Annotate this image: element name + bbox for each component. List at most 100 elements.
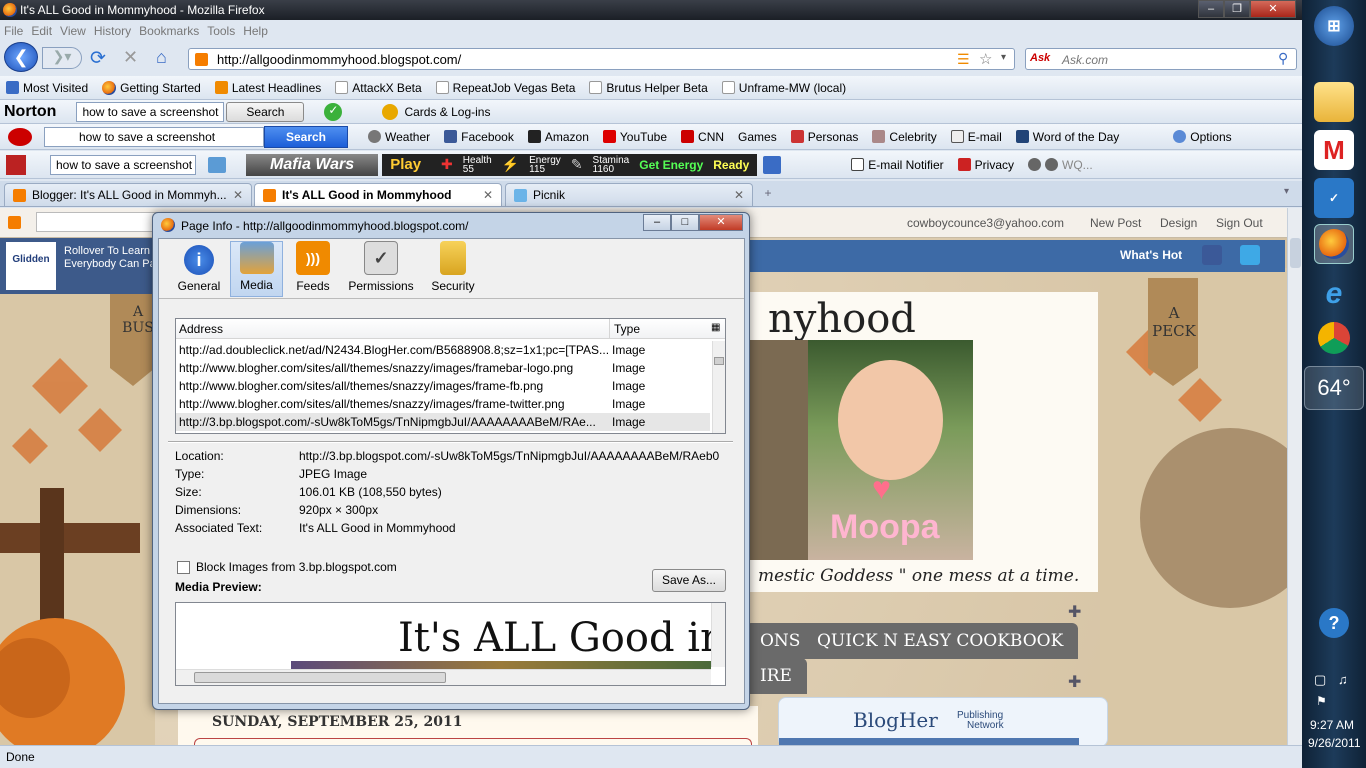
dialog-tab-permissions[interactable]: ✓ Permissions	[345, 241, 417, 297]
menu-view[interactable]: View	[60, 24, 86, 38]
menu-bookmarks[interactable]: Bookmarks	[139, 24, 199, 38]
menu-file[interactable]: File	[4, 24, 23, 38]
wrench-icon[interactable]: ✚	[1068, 602, 1081, 622]
toolbar-weather[interactable]: Weather	[368, 130, 430, 144]
maximize-button[interactable]: ❐	[1224, 0, 1250, 18]
mcafee-icon[interactable]: M	[1314, 130, 1354, 170]
bookmark-attackx[interactable]: AttackX Beta	[335, 81, 422, 95]
dialog-close-button[interactable]: ✕	[699, 214, 743, 231]
speaker-icon[interactable]: ♫	[1338, 672, 1348, 687]
toolbar-word-of-day[interactable]: Word of the Day	[1015, 130, 1119, 144]
sign-out-link[interactable]: Sign Out	[1216, 216, 1263, 230]
star-icon[interactable]: ☆	[979, 50, 992, 68]
blog-tab-ire[interactable]: IRE	[745, 658, 807, 694]
checkmark-app-icon[interactable]: ✓	[1314, 178, 1354, 218]
ask-search-input[interactable]: how to save a screenshot	[44, 126, 264, 147]
chevron-down-icon[interactable]: ▾	[1001, 52, 1006, 63]
weather-gadget[interactable]: 64°	[1304, 366, 1364, 410]
blog-tab-cookbook[interactable]: QUICK N EASY COOKBOOK	[802, 623, 1079, 659]
block-images-option[interactable]: Block Images from 3.bp.blogspot.com	[177, 560, 397, 574]
rss-icon[interactable]: ☰	[957, 51, 970, 68]
blog-search-input[interactable]	[36, 212, 166, 232]
back-button[interactable]: ❮	[4, 42, 38, 72]
twitter-icon[interactable]	[1240, 245, 1260, 265]
glidden-ad[interactable]: Glidden Rollover To Learn Everybody Can …	[0, 238, 160, 294]
close-button[interactable]: ✕	[1250, 0, 1296, 18]
page-scrollbar[interactable]	[1287, 208, 1302, 745]
bookmark-repeatjob[interactable]: RepeatJob Vegas Beta	[435, 81, 575, 95]
table-row[interactable]: http://www.blogher.com/sites/all/themes/…	[176, 377, 710, 395]
search-input[interactable]: Ask Ask.com ⚲	[1025, 48, 1297, 70]
toolbar-amazon[interactable]: Amazon	[527, 130, 589, 144]
table-row-selected[interactable]: http://3.bp.blogspot.com/-sUw8kToM5gs/Tn…	[176, 413, 710, 431]
table-row[interactable]: http://www.blogher.com/sites/all/themes/…	[176, 359, 710, 377]
home-icon[interactable]: ⌂	[156, 47, 167, 68]
new-post-link[interactable]: New Post	[1090, 216, 1141, 230]
toolbar-options[interactable]: Options	[1173, 130, 1232, 144]
tab-list-icon[interactable]: ▾	[1284, 186, 1289, 197]
bookmark-latest-headlines[interactable]: Latest Headlines	[214, 81, 321, 95]
minimize-button[interactable]: –	[1198, 0, 1224, 18]
table-scrollbar[interactable]	[712, 341, 725, 433]
bookmark-getting-started[interactable]: Getting Started	[102, 80, 201, 95]
cards-logins[interactable]: Cards & Log-ins	[404, 105, 490, 119]
address-bar[interactable]: http://allgoodinmommyhood.blogspot.com/ …	[188, 48, 1015, 70]
explorer-icon[interactable]	[1314, 82, 1354, 122]
design-link[interactable]: Design	[1160, 216, 1197, 230]
new-tab-button[interactable]: +	[756, 186, 780, 202]
facebook-icon[interactable]	[1202, 245, 1222, 265]
dialog-minimize-button[interactable]: –	[643, 214, 671, 231]
firefox-taskbar-icon[interactable]	[1314, 224, 1354, 264]
save-as-button[interactable]: Save As...	[652, 569, 726, 592]
blogher-logo[interactable]: BlogHer	[853, 708, 938, 732]
tab-mommyhood[interactable]: It's ALL Good in Mommyhood ✕	[254, 183, 502, 206]
mafia-wars-logo[interactable]: Mafia Wars	[246, 153, 379, 176]
column-type[interactable]: Type	[614, 322, 640, 336]
table-row[interactable]: http://www.blogher.com/sites/all/themes/…	[176, 395, 710, 413]
magnifier-icon[interactable]: ⚲	[1278, 50, 1288, 67]
network-icon[interactable]: ▢	[1314, 672, 1326, 688]
toolbar-personas[interactable]: Personas	[790, 130, 858, 144]
bookmark-brutus[interactable]: Brutus Helper Beta	[589, 81, 708, 95]
table-scroll-thumb[interactable]	[714, 357, 724, 365]
column-address[interactable]: Address	[179, 322, 223, 336]
media-player[interactable]: WQ...	[1028, 158, 1093, 172]
menu-help[interactable]: Help	[243, 24, 268, 38]
privacy-menu[interactable]: Privacy	[957, 158, 1014, 172]
norton-search-button[interactable]: Search	[226, 101, 305, 122]
menu-edit[interactable]: Edit	[31, 24, 52, 38]
splitter[interactable]	[168, 441, 733, 443]
tab-picnik[interactable]: Picnik ✕	[505, 183, 753, 206]
dialog-tab-security[interactable]: Security	[427, 241, 479, 297]
dialog-tab-media[interactable]: Media	[230, 241, 283, 297]
dialog-tab-general[interactable]: i General	[173, 241, 225, 297]
preview-vscroll[interactable]	[711, 603, 725, 667]
bookmark-most-visited[interactable]: Most Visited	[6, 81, 88, 95]
reload-icon[interactable]: ⟳	[90, 47, 106, 70]
wrench-icon[interactable]: ✚	[1068, 672, 1081, 692]
bookmark-unframe[interactable]: Unframe-MW (local)	[721, 81, 846, 95]
dialog-tab-feeds[interactable]: ))) Feeds	[290, 241, 336, 297]
norton-search-input[interactable]: how to save a screenshot	[76, 101, 225, 122]
column-picker-icon[interactable]: ▦	[711, 322, 720, 333]
toolbar-celebrity[interactable]: Celebrity	[872, 130, 937, 144]
toolbar-email[interactable]: E-mail	[950, 130, 1002, 144]
ie-icon[interactable]: e	[1314, 274, 1354, 314]
flag-icon[interactable]: ⚑	[1316, 694, 1327, 708]
stop-icon[interactable]: ✕	[123, 47, 138, 68]
preview-hscroll[interactable]	[176, 669, 711, 685]
norton-logo[interactable]: Norton	[4, 103, 56, 121]
tab-blogger[interactable]: Blogger: It's ALL Good in Mommyh... ✕	[4, 183, 252, 206]
clock-date[interactable]: 9/26/2011	[1308, 736, 1361, 750]
scroll-thumb[interactable]	[1290, 238, 1301, 268]
start-button[interactable]: ⊞	[1314, 6, 1354, 46]
table-row[interactable]: http://ad.doubleclick.net/ad/N2434.BlogH…	[176, 341, 710, 359]
toolbar-youtube[interactable]: YouTube	[602, 130, 667, 144]
forward-button[interactable]: ❯▾	[42, 47, 82, 69]
toolbar-cnn[interactable]: CNN	[681, 130, 724, 144]
tab-close-icon[interactable]: ✕	[233, 188, 243, 202]
blogger-icon[interactable]	[8, 216, 21, 229]
go-arrow-icon[interactable]	[208, 156, 226, 173]
email-notifier[interactable]: E-mail Notifier	[851, 158, 944, 172]
tab-close-icon[interactable]: ✕	[734, 188, 744, 202]
